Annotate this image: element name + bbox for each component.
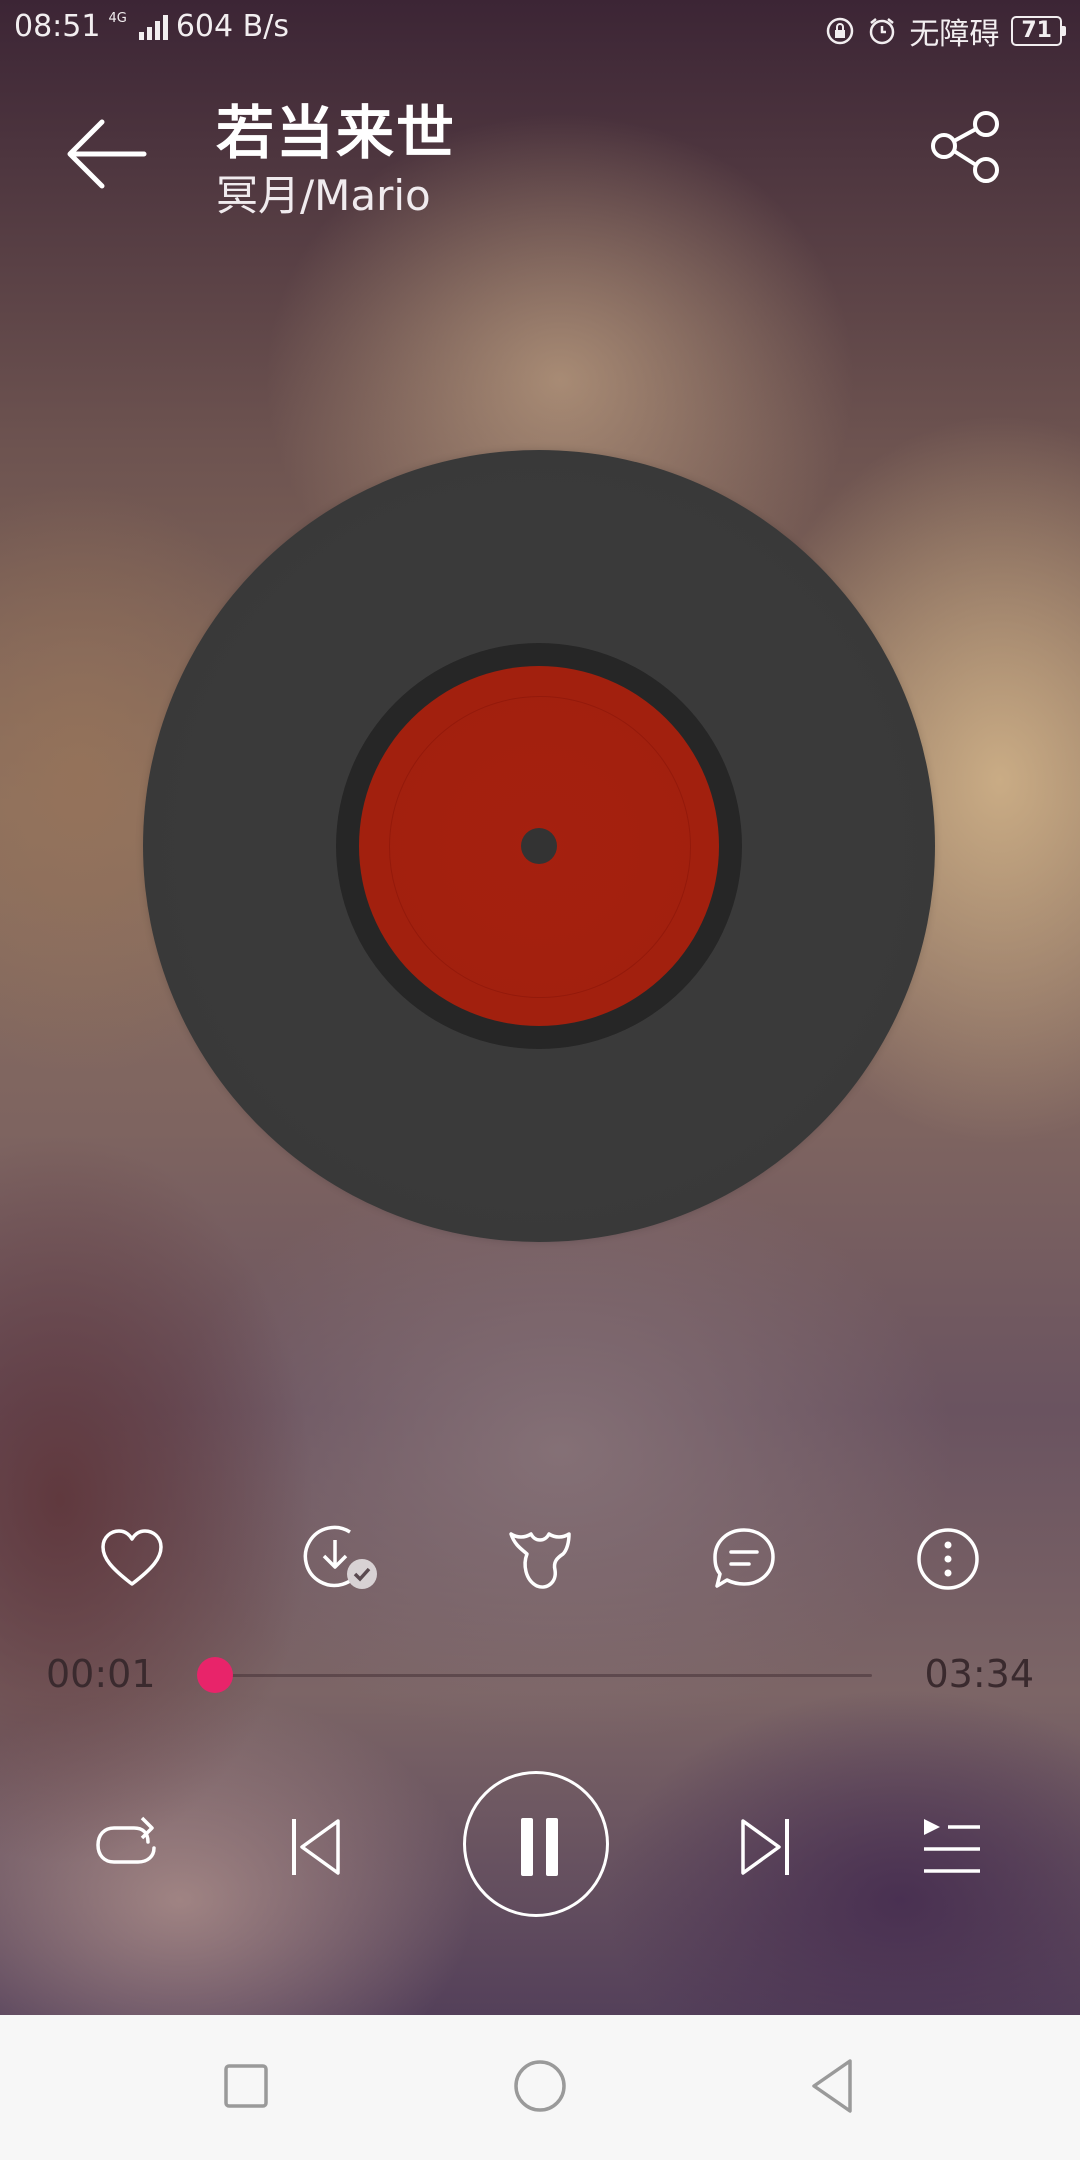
- recent-apps-icon: [224, 2064, 268, 2108]
- song-title: 若当来世: [216, 99, 457, 167]
- next-icon: [741, 1819, 789, 1875]
- like-button[interactable]: [97, 1524, 167, 1594]
- battery-icon: 71: [1011, 16, 1066, 46]
- home-icon: [514, 2060, 566, 2112]
- comments-button[interactable]: [709, 1524, 779, 1594]
- sound-effects-button[interactable]: [505, 1524, 575, 1594]
- share-button[interactable]: [928, 108, 1008, 188]
- accessibility-label: 无障碍: [909, 17, 1000, 52]
- recent-apps-button[interactable]: [211, 2051, 281, 2121]
- pause-icon: [521, 1818, 533, 1876]
- play-pause-button[interactable]: [463, 1771, 609, 1917]
- record-spindle-hole: [521, 828, 557, 864]
- rotation-lock-icon: [827, 17, 854, 45]
- artist-name: 冥月/Mario: [216, 171, 431, 220]
- total-time: 03:34: [924, 1652, 1034, 1696]
- more-icon: [917, 1528, 979, 1590]
- download-button[interactable]: [302, 1524, 377, 1594]
- download-done-icon: [303, 1525, 377, 1589]
- back-icon: [812, 2059, 852, 2113]
- effects-icon: [509, 1532, 571, 1589]
- previous-icon: [292, 1819, 340, 1875]
- arrow-left-icon: [67, 119, 147, 189]
- vinyl-record[interactable]: [143, 450, 935, 1242]
- more-button[interactable]: [913, 1524, 983, 1594]
- status-bar: 08:51 4G 604 B/s 无障碍 71: [0, 0, 1080, 56]
- back-nav-button[interactable]: [798, 2051, 868, 2121]
- heart-icon: [101, 1529, 163, 1586]
- navigation-bar: [0, 2015, 1080, 2160]
- playlist-icon: [924, 1819, 980, 1873]
- status-time: 08:51: [14, 9, 101, 44]
- share-icon: [931, 111, 999, 183]
- back-button[interactable]: [64, 114, 150, 194]
- current-time: 00:01: [46, 1652, 156, 1696]
- battery-level: 71: [1011, 16, 1062, 46]
- signal-icon: [138, 14, 168, 40]
- network-speed: 604 B/s: [175, 9, 289, 44]
- alarm-icon: [870, 18, 895, 45]
- playlist-button[interactable]: [920, 1815, 984, 1879]
- network-type: 4G: [108, 11, 127, 26]
- comment-icon: [713, 1528, 775, 1588]
- home-button[interactable]: [505, 2051, 575, 2121]
- action-row: [0, 1524, 1080, 1594]
- repeat-button[interactable]: [92, 1812, 162, 1882]
- previous-button[interactable]: [288, 1815, 348, 1879]
- progress-track[interactable]: [212, 1674, 872, 1677]
- repeat-icon: [96, 1816, 156, 1864]
- next-button[interactable]: [733, 1815, 793, 1879]
